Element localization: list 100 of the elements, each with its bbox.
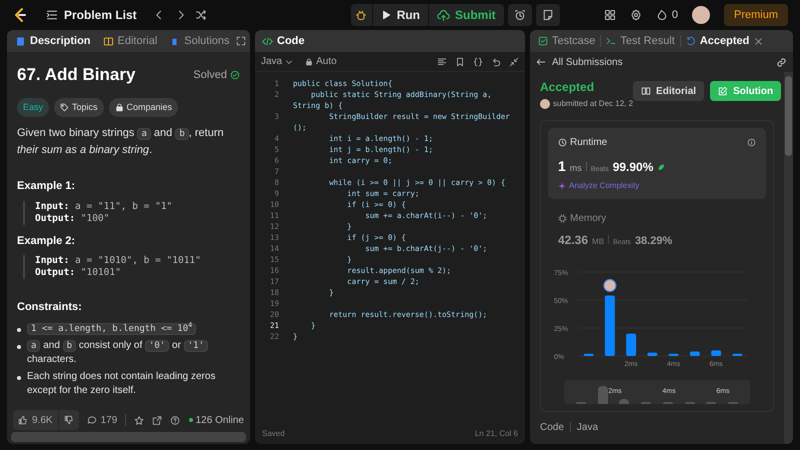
bar[interactable]: [584, 353, 594, 356]
pencil-icon: [718, 86, 728, 96]
thumbs-down-icon: [64, 415, 74, 425]
star-icon[interactable]: [134, 414, 144, 426]
lock-icon: [114, 102, 124, 112]
online-count: 126 Online: [196, 414, 244, 428]
checkbox-icon: [538, 36, 548, 46]
comments-button[interactable]: 179: [86, 412, 118, 428]
example-output-text: Output: "10101": [35, 267, 122, 279]
bar[interactable]: [604, 295, 615, 356]
bar[interactable]: [668, 353, 679, 356]
result-tab[interactable]: Testcase: [538, 32, 596, 50]
problem-list-link[interactable]: Problem List: [64, 6, 137, 24]
constraint-text: 1 <= a.length, b.length <= 10$^{4}$: [27, 322, 196, 336]
document-icon: [15, 36, 26, 46]
note-button[interactable]: [536, 4, 560, 26]
settings-icon[interactable]: [630, 9, 642, 21]
share-icon[interactable]: [152, 414, 162, 426]
memory-label: Memory: [570, 212, 606, 226]
collapse-icon[interactable]: [509, 56, 519, 66]
premium-button[interactable]: Premium: [724, 4, 788, 26]
avatar-icon: [603, 278, 616, 292]
code-icon: [262, 36, 273, 46]
all-submissions-link[interactable]: All Submissions: [536, 54, 623, 70]
constraint-text: a and b consist only of '0' or '1' characters.: [27, 338, 238, 366]
saved-status: Saved: [262, 428, 285, 440]
speech-bubble-icon: [86, 415, 97, 425]
bar[interactable]: [711, 350, 722, 356]
sparkle-icon: [558, 182, 566, 190]
shuffle-icon[interactable]: [194, 9, 207, 21]
alarm-clock-button[interactable]: [508, 4, 532, 26]
horizontal-scrollbar[interactable]: [11, 432, 246, 442]
link-icon[interactable]: [776, 56, 787, 68]
example-output-text: Output: "100": [35, 212, 110, 224]
note-icon: [542, 9, 554, 21]
problem-statement: Given two binary strings a and b , return their sum as a binary string.: [17, 126, 225, 158]
vertical-scrollbar-thumb[interactable]: [785, 76, 792, 156]
bar[interactable]: [690, 351, 700, 356]
grid-icon[interactable]: [604, 9, 616, 21]
solved-label: Solved: [193, 68, 227, 82]
language-label: Java: [576, 420, 598, 434]
run-button[interactable]: Run: [372, 4, 430, 26]
close-icon[interactable]: [754, 36, 764, 46]
tag-icon: [60, 102, 70, 112]
bar[interactable]: [732, 353, 742, 356]
submitted-time: submitted at Dec 12, 2: [553, 98, 634, 110]
bullet: [17, 376, 21, 380]
expand-icon[interactable]: [236, 36, 246, 46]
auto-mode-button[interactable]: Auto: [305, 54, 337, 69]
description-tab[interactable]: Solutions: [169, 32, 230, 50]
problem-title: 67. Add Binary: [17, 64, 136, 86]
example-heading: Example 1:: [17, 179, 76, 194]
terminal-icon: [606, 36, 616, 46]
language-dropdown[interactable]: Java: [261, 54, 294, 69]
leaf-icon: [657, 163, 666, 171]
bookmark-icon[interactable]: [455, 56, 465, 66]
list-icon: [46, 9, 58, 21]
result-tab[interactable]: Test Result: [606, 32, 675, 50]
lock-icon: [305, 58, 314, 66]
difficulty-badge: Easy: [17, 98, 50, 117]
description-tab[interactable]: Description: [15, 32, 91, 50]
logo-icon: [12, 7, 28, 23]
avatar: [540, 99, 550, 109]
bug-icon: [355, 9, 368, 21]
runtime-unit: ms: [570, 162, 582, 175]
cursor-position: Ln 21, Col 6: [474, 428, 518, 440]
verdict-label: Accepted: [540, 79, 596, 96]
memory-beats: 38.29%: [634, 234, 672, 249]
overview-bar: [598, 386, 608, 404]
cloud-upload-icon: [437, 8, 450, 22]
submit-button[interactable]: Submit: [429, 4, 504, 26]
braces-icon[interactable]: [473, 56, 483, 66]
editorial-button[interactable]: Editorial: [633, 81, 704, 101]
tag-chip[interactable]: Companies: [108, 98, 178, 117]
help-icon[interactable]: [170, 414, 181, 426]
avatar[interactable]: [692, 6, 710, 24]
bar[interactable]: [647, 352, 658, 356]
memory-value: 42.36: [558, 232, 588, 249]
runtime-value: 1: [558, 157, 566, 176]
info-icon[interactable]: [747, 138, 756, 147]
bullet: [17, 344, 21, 348]
runtime-beats: 99.90%: [612, 159, 654, 176]
description-tab[interactable]: Editorial: [102, 32, 158, 50]
result-tab[interactable]: Accepted: [686, 32, 750, 50]
clock-icon: [558, 138, 567, 147]
history-icon: [686, 36, 696, 46]
code-heading: Code: [540, 420, 564, 434]
undo-icon[interactable]: [491, 56, 501, 66]
overview-bar: [619, 398, 630, 404]
play-icon: [380, 10, 391, 20]
example-input-text: Input: a = "1010", b = "1011": [35, 255, 202, 267]
arrow-left-icon: [536, 57, 546, 67]
runtime-label: Runtime: [570, 136, 608, 150]
bullet: [17, 328, 21, 332]
bar[interactable]: [626, 333, 636, 356]
tag-chip[interactable]: Topics: [54, 98, 104, 117]
format-icon[interactable]: [437, 56, 447, 66]
alarm-clock-icon: [514, 9, 526, 21]
constraints-heading: Constraints:: [17, 300, 83, 315]
flame-icon[interactable]: [656, 9, 668, 21]
